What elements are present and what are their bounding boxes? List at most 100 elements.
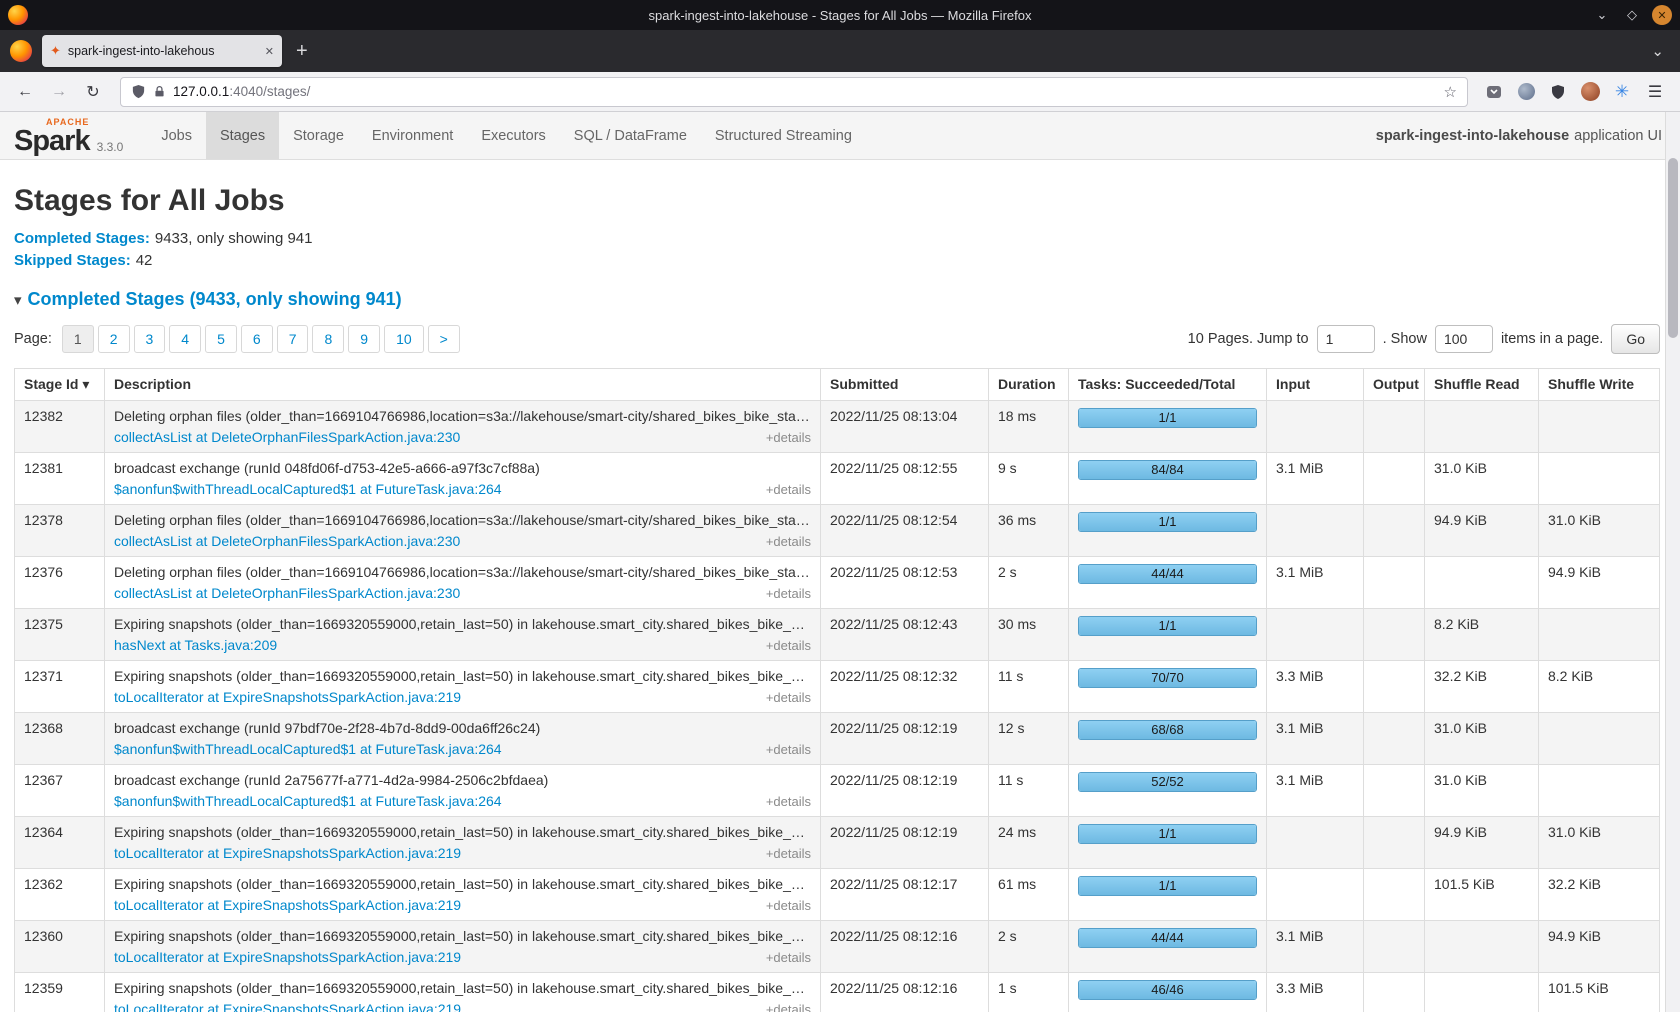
page-scrollbar[interactable] bbox=[1665, 112, 1680, 1012]
details-toggle[interactable]: +details bbox=[766, 742, 811, 757]
details-toggle[interactable]: +details bbox=[766, 482, 811, 497]
lock-icon[interactable] bbox=[153, 85, 166, 98]
stage-description: Expiring snapshots (older_than=166932055… bbox=[114, 616, 811, 632]
stage-callsite-link[interactable]: collectAsList at DeleteOrphanFilesSparkA… bbox=[114, 533, 460, 549]
spark-logo[interactable]: Spark APACHE 3.3.0 bbox=[0, 112, 133, 159]
details-toggle[interactable]: +details bbox=[766, 950, 811, 965]
bookmark-star-icon[interactable]: ☆ bbox=[1444, 83, 1457, 101]
browser-tab[interactable]: ✦ spark-ingest-into-lakehous ✕ bbox=[42, 35, 282, 67]
tasks-cell: 1/1 bbox=[1069, 869, 1267, 921]
tasks-cell: 1/1 bbox=[1069, 609, 1267, 661]
firefox-view-icon[interactable] bbox=[10, 40, 32, 62]
stage-callsite-link[interactable]: $anonfun$withThreadLocalCaptured$1 at Fu… bbox=[114, 741, 502, 757]
details-toggle[interactable]: +details bbox=[766, 586, 811, 601]
shield-icon[interactable] bbox=[131, 84, 146, 99]
tab-close-icon[interactable]: ✕ bbox=[265, 45, 274, 58]
description-cell: broadcast exchange (runId 048fd06f-d753-… bbox=[105, 453, 821, 505]
details-toggle[interactable]: +details bbox=[766, 898, 811, 913]
nav-item-stages[interactable]: Stages bbox=[206, 112, 279, 159]
details-toggle[interactable]: +details bbox=[766, 534, 811, 549]
col-header-1[interactable]: Description bbox=[105, 369, 821, 401]
stage-callsite-link[interactable]: toLocalIterator at ExpireSnapshotsSparkA… bbox=[114, 949, 461, 965]
page-button-5[interactable]: 5 bbox=[205, 325, 237, 353]
list-tabs-button[interactable]: ⌄ bbox=[1651, 42, 1670, 60]
details-toggle[interactable]: +details bbox=[766, 690, 811, 705]
col-header-7[interactable]: Shuffle Read bbox=[1425, 369, 1539, 401]
task-progress-bar: 44/44 bbox=[1078, 564, 1257, 584]
page-button-2[interactable]: 2 bbox=[98, 325, 130, 353]
skipped-stages-link[interactable]: Skipped Stages: bbox=[14, 252, 131, 269]
completed-stages-link[interactable]: Completed Stages: bbox=[14, 230, 150, 247]
stage-callsite-link[interactable]: toLocalIterator at ExpireSnapshotsSparkA… bbox=[114, 897, 461, 913]
stage-callsite-link[interactable]: collectAsList at DeleteOrphanFilesSparkA… bbox=[114, 585, 460, 601]
details-toggle[interactable]: +details bbox=[766, 430, 811, 445]
stage-callsite-link[interactable]: collectAsList at DeleteOrphanFilesSparkA… bbox=[114, 429, 460, 445]
tasks-cell: 44/44 bbox=[1069, 921, 1267, 973]
nav-item-sql-dataframe[interactable]: SQL / DataFrame bbox=[560, 112, 701, 159]
maximize-button[interactable]: ◇ bbox=[1622, 5, 1642, 25]
page-button-4[interactable]: 4 bbox=[169, 325, 201, 353]
stage-callsite-link[interactable]: $anonfun$withThreadLocalCaptured$1 at Fu… bbox=[114, 481, 502, 497]
page-button-3[interactable]: 3 bbox=[134, 325, 166, 353]
page-button-6[interactable]: 6 bbox=[241, 325, 273, 353]
col-header-0[interactable]: Stage Id ▾ bbox=[15, 369, 105, 401]
stage-callsite-link[interactable]: toLocalIterator at ExpireSnapshotsSparkA… bbox=[114, 689, 461, 705]
nav-item-storage[interactable]: Storage bbox=[279, 112, 358, 159]
stage-callsite-link[interactable]: toLocalIterator at ExpireSnapshotsSparkA… bbox=[114, 845, 461, 861]
page-button-10[interactable]: 10 bbox=[384, 325, 424, 353]
next-page-button[interactable]: > bbox=[428, 325, 460, 353]
col-header-2[interactable]: Submitted bbox=[821, 369, 989, 401]
nav-item-structured-streaming[interactable]: Structured Streaming bbox=[701, 112, 866, 159]
browser-toolbar: ← → ↻ 127.0.0.1:4040/stages/ ☆ ✳ ☰ bbox=[0, 72, 1680, 112]
firefox-icon bbox=[8, 5, 28, 25]
menu-button[interactable]: ☰ bbox=[1640, 77, 1670, 107]
shuffle-read-cell: 31.0 KiB bbox=[1425, 453, 1539, 505]
col-header-8[interactable]: Shuffle Write bbox=[1539, 369, 1660, 401]
nav-item-environment[interactable]: Environment bbox=[358, 112, 467, 159]
input-cell bbox=[1267, 505, 1364, 557]
pocket-icon[interactable] bbox=[1480, 78, 1508, 106]
new-tab-button[interactable]: + bbox=[296, 41, 308, 61]
input-cell: 3.1 MiB bbox=[1267, 921, 1364, 973]
url-bar[interactable]: 127.0.0.1:4040/stages/ ☆ bbox=[120, 77, 1468, 107]
page-button-8[interactable]: 8 bbox=[312, 325, 344, 353]
jump-to-page-input[interactable] bbox=[1317, 325, 1375, 353]
page-button-1[interactable]: 1 bbox=[62, 325, 94, 353]
task-progress-bar: 84/84 bbox=[1078, 460, 1257, 480]
description-cell: Expiring snapshots (older_than=166932055… bbox=[105, 973, 821, 1012]
nav-item-executors[interactable]: Executors bbox=[467, 112, 559, 159]
profile-avatar-icon[interactable] bbox=[1576, 78, 1604, 106]
forward-button[interactable]: → bbox=[44, 77, 74, 107]
back-button[interactable]: ← bbox=[10, 77, 40, 107]
reload-button[interactable]: ↻ bbox=[78, 77, 108, 107]
page-title: Stages for All Jobs bbox=[14, 184, 1660, 218]
details-toggle[interactable]: +details bbox=[766, 638, 811, 653]
items-per-page-input[interactable] bbox=[1435, 325, 1493, 353]
close-button[interactable]: ✕ bbox=[1652, 5, 1672, 25]
ublock-shield-icon[interactable] bbox=[1544, 78, 1572, 106]
submitted-cell: 2022/11/25 08:12:19 bbox=[821, 817, 989, 869]
col-header-6[interactable]: Output bbox=[1364, 369, 1425, 401]
col-header-3[interactable]: Duration bbox=[989, 369, 1069, 401]
extension-icon-2[interactable]: ✳ bbox=[1608, 78, 1636, 106]
details-toggle[interactable]: +details bbox=[766, 794, 811, 809]
minimize-button[interactable]: ⌄ bbox=[1592, 5, 1612, 25]
duration-cell: 2 s bbox=[989, 921, 1069, 973]
completed-stages-section-toggle[interactable]: ▾Completed Stages (9433, only showing 94… bbox=[14, 289, 1660, 310]
details-toggle[interactable]: +details bbox=[766, 1002, 811, 1012]
stage-description: Expiring snapshots (older_than=166932055… bbox=[114, 876, 811, 892]
stage-callsite-link[interactable]: hasNext at Tasks.java:209 bbox=[114, 637, 277, 653]
extension-icon-1[interactable] bbox=[1512, 78, 1540, 106]
page-button-9[interactable]: 9 bbox=[348, 325, 380, 353]
shuffle-write-cell: 31.0 KiB bbox=[1539, 505, 1660, 557]
submitted-cell: 2022/11/25 08:12:17 bbox=[821, 869, 989, 921]
col-header-5[interactable]: Input bbox=[1267, 369, 1364, 401]
details-toggle[interactable]: +details bbox=[766, 846, 811, 861]
scrollbar-thumb[interactable] bbox=[1668, 158, 1678, 338]
page-button-7[interactable]: 7 bbox=[277, 325, 309, 353]
nav-item-jobs[interactable]: Jobs bbox=[147, 112, 206, 159]
go-button[interactable]: Go bbox=[1611, 324, 1660, 354]
stage-callsite-link[interactable]: toLocalIterator at ExpireSnapshotsSparkA… bbox=[114, 1001, 461, 1012]
col-header-4[interactable]: Tasks: Succeeded/Total bbox=[1069, 369, 1267, 401]
stage-callsite-link[interactable]: $anonfun$withThreadLocalCaptured$1 at Fu… bbox=[114, 793, 502, 809]
